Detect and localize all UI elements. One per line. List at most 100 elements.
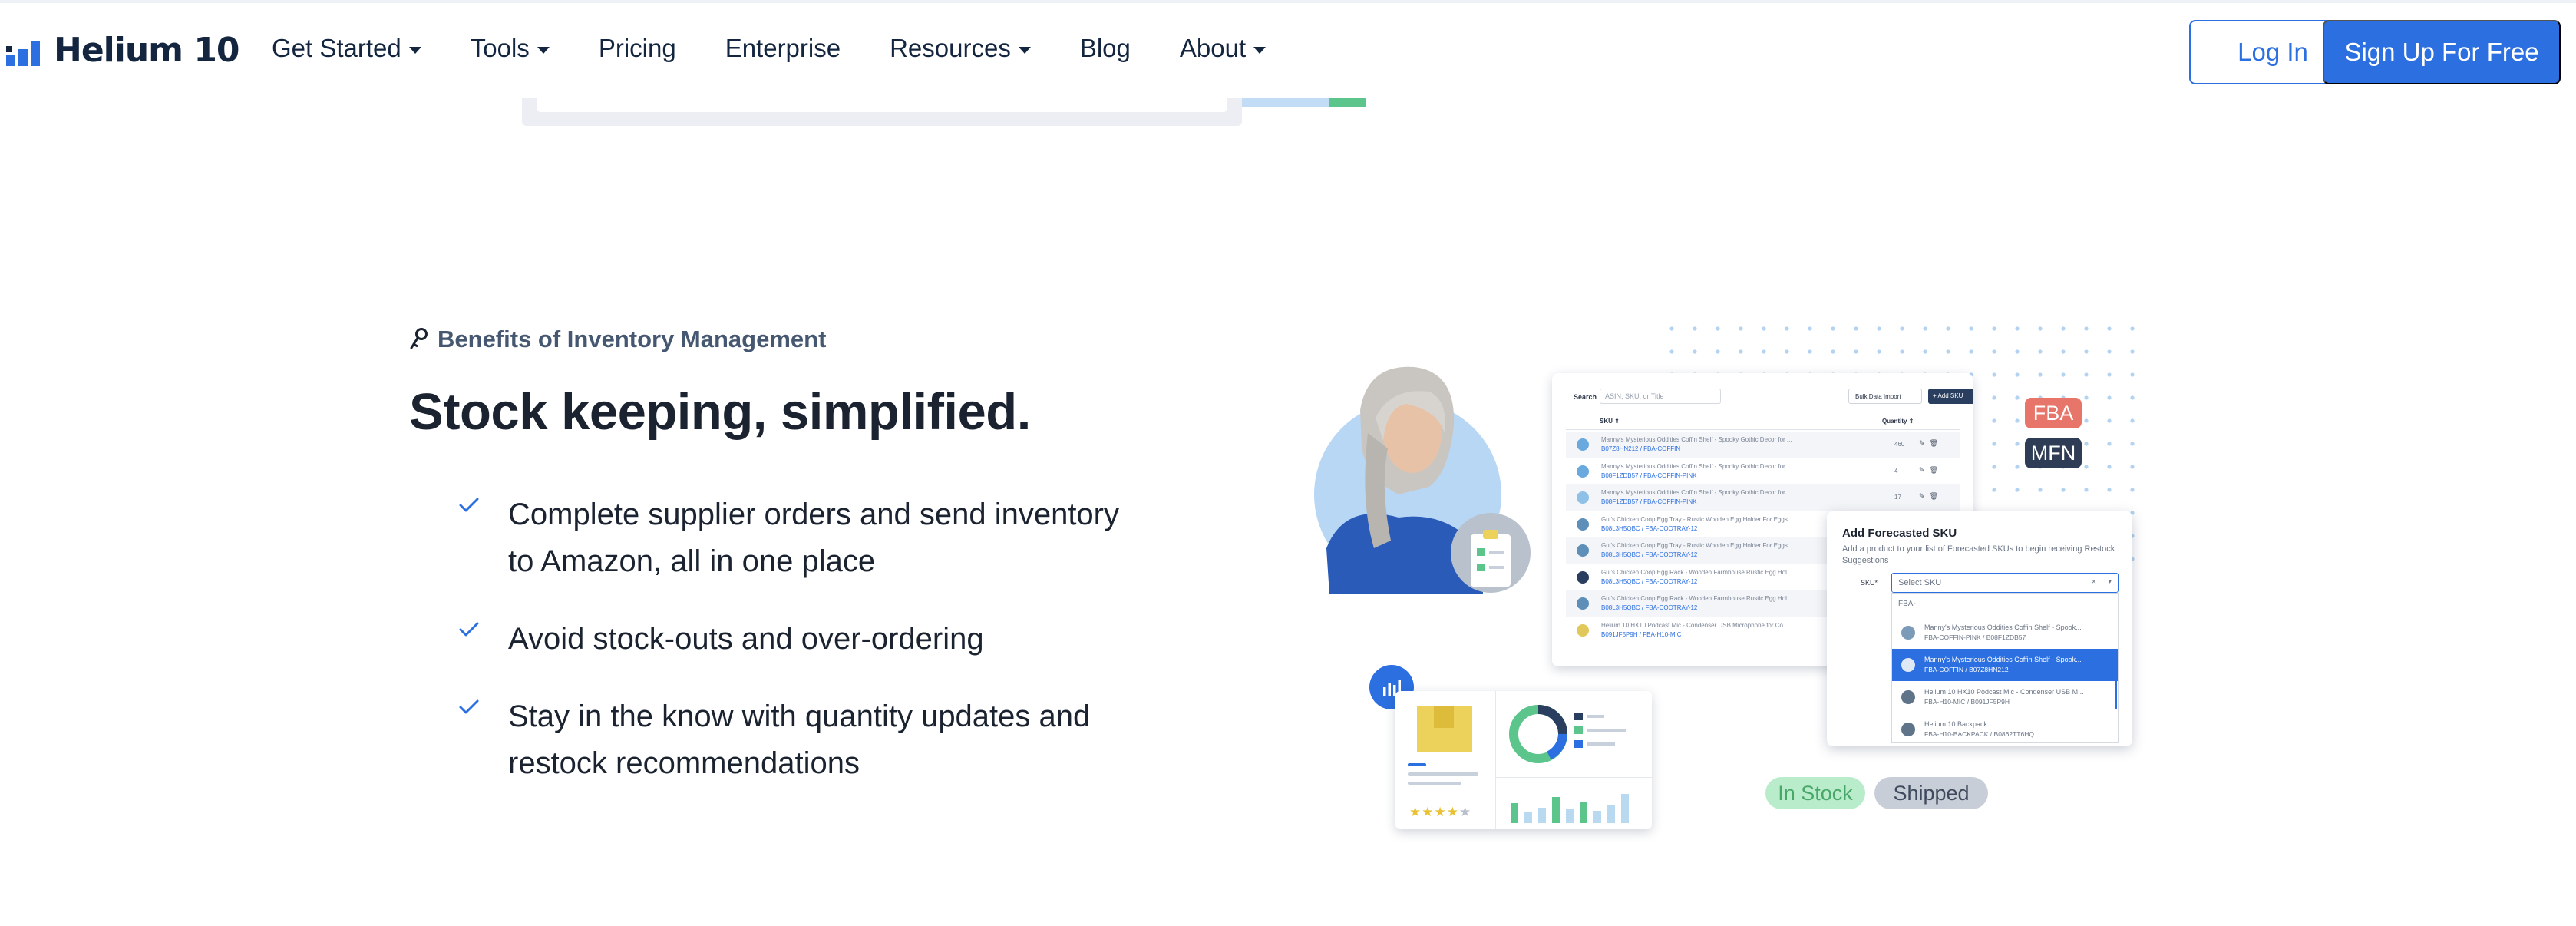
nav-resources[interactable]: Resources: [890, 34, 1031, 63]
decor-dot: [2107, 395, 2112, 400]
nav-tools-label: Tools: [470, 34, 530, 62]
main-nav: Get Started Tools Pricing Enterprise Res…: [272, 34, 1315, 63]
nav-get-started[interactable]: Get Started: [272, 34, 421, 63]
table-header: SKU ⇕ Quantity ⇕: [1566, 413, 1960, 430]
decor-dot: [1969, 349, 1973, 354]
clear-icon[interactable]: ×: [2092, 577, 2096, 587]
filled-stars: ★★★★: [1409, 805, 1459, 819]
dropdown-option[interactable]: Manny's Mysterious Oddities Coffin Shelf…: [1892, 617, 2118, 649]
option-title: Helium 10 Backpack: [1924, 720, 1988, 728]
previous-section-strip: [1329, 98, 1366, 107]
nav-pricing[interactable]: Pricing: [599, 34, 676, 63]
decor-dot: [1716, 349, 1720, 354]
decor-dot: [2107, 326, 2112, 331]
row-actions[interactable]: ✎🗑: [1919, 439, 1943, 448]
divider: [1408, 763, 1426, 766]
decor-dot: [2015, 488, 2020, 492]
decor-dot: [2130, 488, 2135, 492]
chevron-down-icon[interactable]: ▾: [2108, 577, 2112, 586]
shipped-pill: Shipped: [1874, 777, 1988, 809]
decor-dot: [2038, 326, 2043, 331]
decor-dot: [2015, 349, 2020, 354]
modal-title: Add Forecasted SKU: [1842, 527, 1957, 540]
decor-dot: [2084, 442, 2089, 446]
decor-dot: [1992, 488, 1996, 492]
nav-tools[interactable]: Tools: [471, 34, 550, 63]
decor-dot: [1992, 442, 1996, 446]
search-label: Search: [1574, 393, 1597, 401]
decor-dot: [1877, 326, 1881, 331]
section-headline: Stock keeping, simplified.: [409, 383, 1031, 441]
checkmark-icon: [459, 693, 508, 787]
product-thumbnail: [1901, 723, 1915, 736]
option-title: Manny's Mysterious Oddities Coffin Shelf…: [1924, 656, 2082, 663]
nav-blog[interactable]: Blog: [1080, 34, 1131, 63]
dropdown-option[interactable]: Helium 10 HX10 Podcast Mic - Condenser U…: [1892, 681, 2118, 713]
decor-dot: [2061, 372, 2066, 377]
decor-dot: [1923, 349, 1927, 354]
chevron-down-icon: [537, 46, 550, 54]
product-thumbnail: [1577, 465, 1589, 478]
table-row[interactable]: Manny's Mysterious Oddities Coffin Shelf…: [1566, 484, 1960, 511]
product-thumbnail: [1577, 597, 1589, 610]
checkmark-icon: [459, 616, 508, 663]
rating-stars: ★★★★★: [1409, 805, 1471, 820]
product-sku: B091JF5P9H / FBA-H10-MIC: [1601, 630, 1682, 638]
decor-dot: [2130, 465, 2135, 469]
section-eyebrow: Benefits of Inventory Management: [410, 326, 826, 353]
decor-dot: [1785, 349, 1789, 354]
decor-dot: [1831, 349, 1835, 354]
product-title: Gui's Chicken Coop Egg Rack - Wooden Far…: [1601, 568, 1792, 576]
decor-dot: [1808, 326, 1812, 331]
search-input[interactable]: ASIN, SKU, or Title: [1600, 389, 1721, 404]
nav-enterprise[interactable]: Enterprise: [725, 34, 841, 63]
decor-dot: [2130, 442, 2135, 446]
dropdown-option-selected[interactable]: Manny's Mysterious Oddities Coffin Shelf…: [1892, 649, 2118, 681]
decor-dot: [1923, 326, 1927, 331]
option-sku: FBA-H10-BACKPACK / B0862TT6HQ: [1924, 730, 2034, 738]
decor-dot: [2061, 326, 2066, 331]
column-header-quantity[interactable]: Quantity ⇕: [1882, 418, 1914, 425]
benefit-text: Complete supplier orders and send invent…: [508, 498, 1119, 578]
product-sku: B08F1ZDB57 / FBA-COFFIN-PINK: [1601, 471, 1697, 479]
product-thumbnail: [1901, 658, 1915, 672]
table-row[interactable]: Manny's Mysterious Oddities Coffin Shelf…: [1566, 458, 1960, 484]
product-title: Manny's Mysterious Oddities Coffin Shelf…: [1601, 489, 1792, 496]
decor-dot: [1946, 326, 1950, 331]
chevron-down-icon: [1253, 46, 1267, 54]
decor-dot: [2038, 349, 2043, 354]
nav-pricing-label: Pricing: [598, 34, 676, 62]
logo[interactable]: Helium 10: [6, 31, 240, 70]
decor-dot: [1946, 349, 1950, 354]
sku-select[interactable]: Select SKU × ▾: [1891, 573, 2119, 593]
decor-dot: [1992, 395, 1996, 400]
donut-chart-icon: [1509, 705, 1626, 763]
signup-button[interactable]: Sign Up For Free: [2323, 20, 2561, 84]
product-thumbnail: [1901, 690, 1915, 704]
nav-about[interactable]: About: [1180, 34, 1267, 63]
product-thumbnail: [1577, 623, 1589, 637]
decor-dot: [1992, 349, 1996, 354]
decor-dot: [2107, 488, 2112, 492]
decor-dot: [1669, 349, 1674, 354]
product-title: Manny's Mysterious Oddities Coffin Shelf…: [1601, 462, 1792, 470]
decor-dot: [2015, 395, 2020, 400]
product-title: Gui's Chicken Coop Egg Tray - Rustic Woo…: [1601, 515, 1795, 523]
bulk-import-button[interactable]: Bulk Data Import: [1848, 389, 1922, 404]
row-actions[interactable]: ✎🗑: [1919, 466, 1943, 475]
product-quantity: 17: [1894, 494, 1901, 501]
row-actions[interactable]: ✎🗑: [1919, 492, 1943, 501]
add-sku-button[interactable]: + Add SKU: [1928, 389, 1973, 404]
column-header-sku[interactable]: SKU ⇕: [1600, 418, 1620, 425]
decor-dot: [1739, 326, 1743, 331]
dropdown-scrollbar[interactable]: [2115, 670, 2117, 709]
decor-dot: [1992, 326, 1996, 331]
product-thumbnail: [1577, 544, 1589, 557]
table-row[interactable]: Manny's Mysterious Oddities Coffin Shelf…: [1566, 432, 1960, 458]
key-icon: [410, 328, 428, 349]
product-title: Manny's Mysterious Oddities Coffin Shelf…: [1601, 436, 1792, 443]
dropdown-option[interactable]: Helium 10 Backpack FBA-H10-BACKPACK / B08…: [1892, 713, 2118, 746]
sku-dropdown: FBA- Manny's Mysterious Oddities Coffin …: [1891, 593, 2119, 743]
decor-dot: [1808, 349, 1812, 354]
sku-search-query[interactable]: FBA-: [1898, 600, 1916, 608]
